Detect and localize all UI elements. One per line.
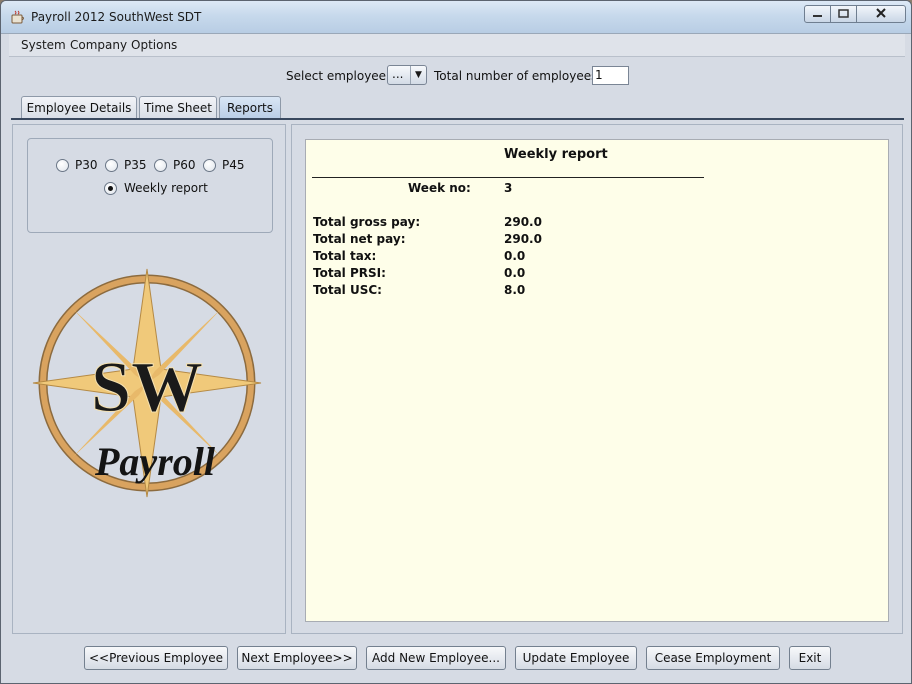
radio-p45[interactable]: [203, 159, 216, 172]
java-app-icon: [11, 10, 24, 24]
radio-p45-label: P45: [222, 158, 245, 172]
previous-employee-button[interactable]: <<Previous Employee: [84, 646, 228, 670]
radio-p30-label: P30: [75, 158, 98, 172]
radio-weekly-report-label: Weekly report: [124, 181, 208, 195]
logo-letters: SW: [91, 347, 203, 427]
radio-p60[interactable]: [154, 159, 167, 172]
tab-reports[interactable]: Reports: [219, 96, 281, 119]
report-title-rule: [312, 177, 704, 178]
prsi-label: Total PRSI:: [313, 266, 386, 280]
net-pay-label: Total net pay:: [313, 232, 406, 246]
menu-bar: System Company Options: [9, 34, 905, 57]
select-employee-value: ...: [392, 67, 404, 81]
minimize-icon: [813, 15, 822, 17]
minimize-button[interactable]: [804, 5, 831, 23]
title-bar[interactable]: Payroll 2012 SouthWest SDT: [1, 1, 911, 34]
tax-label: Total tax:: [313, 249, 377, 263]
cease-employment-button[interactable]: Cease Employment: [646, 646, 780, 670]
radio-p30[interactable]: [56, 159, 69, 172]
tax-value: 0.0: [504, 249, 526, 263]
gross-pay-value: 290.0: [504, 215, 542, 229]
menu-company[interactable]: Company: [70, 38, 127, 52]
net-pay-value: 290.0: [504, 232, 542, 246]
menu-options[interactable]: Options: [131, 38, 177, 52]
tab-time-sheet[interactable]: Time Sheet: [139, 96, 217, 119]
logo-word: Payroll: [94, 439, 216, 484]
select-employee-dropdown[interactable]: ... ▼: [387, 65, 427, 85]
exit-button[interactable]: Exit: [789, 646, 831, 670]
next-employee-button[interactable]: Next Employee>>: [237, 646, 357, 670]
close-button[interactable]: [856, 5, 906, 23]
week-value: 3: [504, 181, 513, 195]
maximize-button[interactable]: [830, 5, 857, 23]
total-employees-label: Total number of employees:: [434, 69, 602, 83]
prsi-value: 0.0: [504, 266, 526, 280]
usc-label: Total USC:: [313, 283, 382, 297]
report-title: Weekly report: [504, 147, 608, 162]
dropdown-arrow-icon: ▼: [410, 66, 426, 84]
close-icon: [876, 8, 886, 18]
tab-employee-details[interactable]: Employee Details: [21, 96, 137, 119]
radio-p35-label: P35: [124, 158, 147, 172]
week-label: Week no:: [408, 181, 471, 195]
update-employee-button[interactable]: Update Employee: [515, 646, 637, 670]
total-employees-field[interactable]: 1: [592, 66, 629, 85]
report-document: [305, 139, 889, 622]
radio-weekly-report[interactable]: [104, 182, 117, 195]
usc-value: 8.0: [504, 283, 526, 297]
app-window: Payroll 2012 SouthWest SDT System Compan…: [0, 0, 912, 684]
sw-payroll-logo: SW Payroll: [32, 268, 262, 498]
add-new-employee-button[interactable]: Add New Employee...: [366, 646, 506, 670]
select-employee-label: Select employee:: [286, 69, 391, 83]
radio-p35[interactable]: [105, 159, 118, 172]
radio-p60-label: P60: [173, 158, 196, 172]
menu-system[interactable]: System: [21, 38, 66, 52]
gross-pay-label: Total gross pay:: [313, 215, 421, 229]
tab-divider: [11, 118, 904, 120]
maximize-icon: [838, 9, 849, 18]
window-title: Payroll 2012 SouthWest SDT: [31, 10, 202, 24]
